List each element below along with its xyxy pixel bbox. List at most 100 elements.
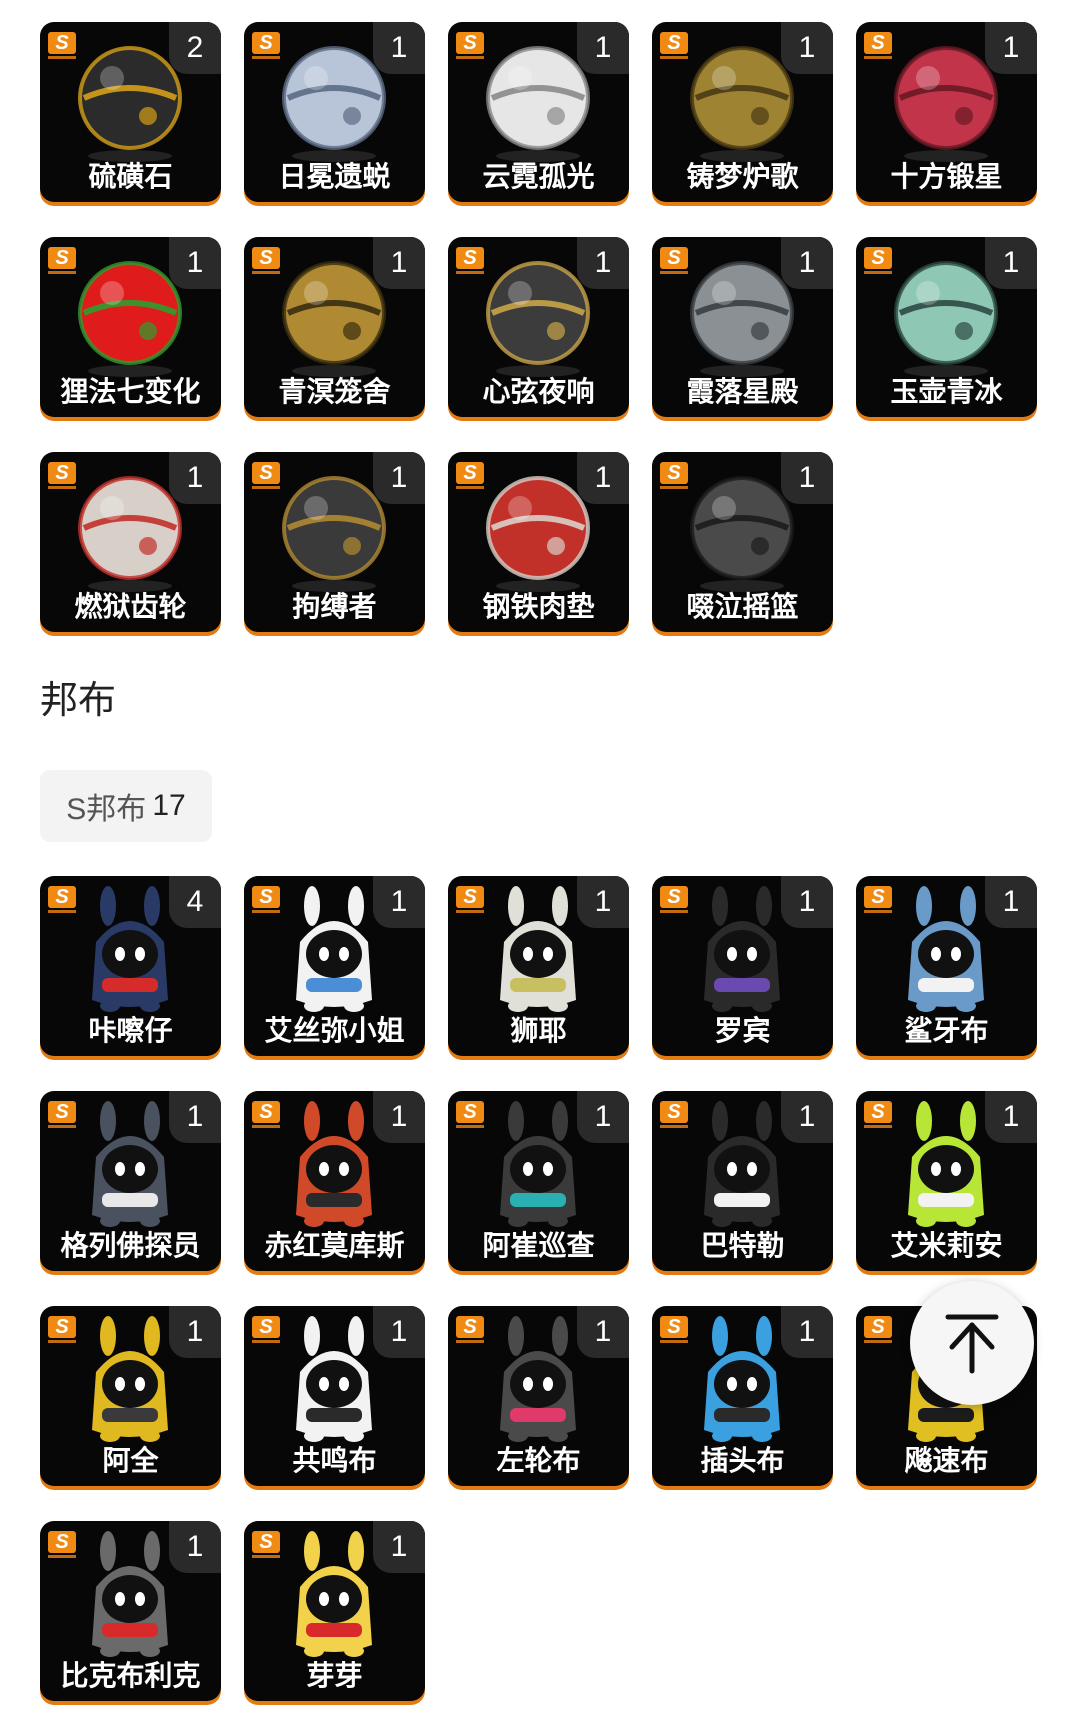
bangboo-card[interactable]: S 1 罗宾 xyxy=(652,876,833,1056)
s-rank-badge-icon: S xyxy=(660,247,694,275)
s-rank-badge-icon: S xyxy=(252,1101,286,1129)
drive-disc-card[interactable]: S 1 十方锻星 xyxy=(856,22,1037,202)
s-rank-badge-icon: S xyxy=(456,886,490,914)
bangboo-card[interactable]: S 1 赤红莫库斯 xyxy=(244,1091,425,1271)
s-rank-letter: S xyxy=(48,1101,76,1123)
item-name: 青溟笼舍 xyxy=(278,376,391,407)
item-name: 格列佛探员 xyxy=(60,1230,201,1261)
owned-count: 1 xyxy=(577,1306,629,1358)
s-rank-letter: S xyxy=(48,1316,76,1338)
rank-underline xyxy=(252,1555,280,1558)
s-rank-letter: S xyxy=(252,886,280,908)
bangboo-card[interactable]: S 4 咔嚓仔 xyxy=(40,876,221,1056)
item-name: 狮耶 xyxy=(510,1015,567,1046)
item-name: 比克布利克 xyxy=(60,1660,201,1691)
bangboo-card[interactable]: S 1 左轮布 xyxy=(448,1306,629,1486)
rank-underline xyxy=(456,271,484,274)
item-name: 巴特勒 xyxy=(700,1230,785,1261)
filter-chip-s-bangboo[interactable]: S邦布 17 xyxy=(40,770,212,842)
bangboo-card[interactable]: S 1 插头布 xyxy=(652,1306,833,1486)
s-rank-badge-icon: S xyxy=(252,462,286,490)
bangboo-card[interactable]: S 1 鲨牙布 xyxy=(856,876,1037,1056)
rank-underline xyxy=(252,271,280,274)
owned-count: 1 xyxy=(577,452,629,504)
bangboo-card[interactable]: S 1 共鸣布 xyxy=(244,1306,425,1486)
s-rank-badge-icon: S xyxy=(252,886,286,914)
bangboo-card[interactable]: S 1 阿崔巡查 xyxy=(448,1091,629,1271)
drive-disc-card[interactable]: S 2 硫磺石 xyxy=(40,22,221,202)
bangboo-card[interactable]: S 1 格列佛探员 xyxy=(40,1091,221,1271)
s-rank-badge-icon: S xyxy=(864,886,898,914)
s-rank-letter: S xyxy=(252,1101,280,1123)
rank-underline xyxy=(48,910,76,913)
drive-disc-card[interactable]: S 1 啜泣摇篮 xyxy=(652,452,833,632)
item-name: 艾米莉安 xyxy=(890,1230,1003,1261)
s-rank-letter: S xyxy=(48,32,76,54)
s-rank-badge-icon: S xyxy=(252,1531,286,1559)
item-name: 十方锻星 xyxy=(890,161,1003,192)
item-name: 左轮布 xyxy=(496,1445,581,1476)
item-name: 云霓孤光 xyxy=(482,161,595,192)
item-name: 玉壶青冰 xyxy=(890,376,1003,407)
bangboo-card[interactable]: S 1 巴特勒 xyxy=(652,1091,833,1271)
item-name: 鲨牙布 xyxy=(904,1015,989,1046)
s-rank-letter: S xyxy=(456,886,484,908)
drive-disc-card[interactable]: S 1 霞落星殿 xyxy=(652,237,833,417)
bangboo-card[interactable]: S 1 芽芽 xyxy=(244,1521,425,1701)
item-name: 阿全 xyxy=(102,1445,159,1476)
drive-disc-card[interactable]: S 1 云霓孤光 xyxy=(448,22,629,202)
rank-underline xyxy=(456,1340,484,1343)
rank-underline xyxy=(252,1125,280,1128)
bangboo-grid: S 4 咔嚓仔 S 1 艾丝弥小姐 S 1 狮耶 S 1 罗宾 S 1 鲨牙布 … xyxy=(40,876,1037,1701)
drive-disc-card[interactable]: S 1 玉壶青冰 xyxy=(856,237,1037,417)
s-rank-badge-icon: S xyxy=(252,1316,286,1344)
drive-disc-card[interactable]: S 1 日冕遗蜕 xyxy=(244,22,425,202)
rank-underline xyxy=(48,1340,76,1343)
owned-count: 1 xyxy=(781,237,833,289)
rank-underline xyxy=(864,1125,892,1128)
rank-underline xyxy=(660,56,688,59)
owned-count: 1 xyxy=(577,22,629,74)
bangboo-card[interactable]: S 1 艾丝弥小姐 xyxy=(244,876,425,1056)
owned-count: 1 xyxy=(373,876,425,928)
s-rank-letter: S xyxy=(660,1316,688,1338)
owned-count: 1 xyxy=(985,1091,1037,1143)
s-rank-badge-icon: S xyxy=(252,247,286,275)
scroll-to-top-button[interactable] xyxy=(910,1281,1034,1405)
owned-count: 1 xyxy=(373,1521,425,1573)
s-rank-letter: S xyxy=(48,462,76,484)
rank-underline xyxy=(48,1555,76,1558)
s-rank-badge-icon: S xyxy=(864,1101,898,1129)
arrow-up-to-top-icon xyxy=(945,1314,999,1374)
rank-underline xyxy=(660,271,688,274)
owned-count: 1 xyxy=(373,452,425,504)
drive-disc-grid: S 2 硫磺石 S 1 日冕遗蜕 S 1 云霓孤光 S 1 铸梦炉歌 S 1 十… xyxy=(40,22,1037,632)
drive-disc-card[interactable]: S 1 心弦夜响 xyxy=(448,237,629,417)
owned-count: 1 xyxy=(169,452,221,504)
owned-count: 1 xyxy=(781,876,833,928)
item-name: 飚速布 xyxy=(904,1445,989,1476)
drive-disc-card[interactable]: S 1 青溟笼舍 xyxy=(244,237,425,417)
drive-disc-card[interactable]: S 1 狸法七变化 xyxy=(40,237,221,417)
bangboo-card[interactable]: S 1 阿全 xyxy=(40,1306,221,1486)
bangboo-card[interactable]: S 1 狮耶 xyxy=(448,876,629,1056)
s-rank-letter: S xyxy=(864,1316,892,1338)
s-rank-letter: S xyxy=(456,1316,484,1338)
owned-count: 1 xyxy=(169,1306,221,1358)
item-name: 插头布 xyxy=(700,1445,785,1476)
drive-disc-card[interactable]: S 1 铸梦炉歌 xyxy=(652,22,833,202)
item-name: 艾丝弥小姐 xyxy=(264,1015,405,1046)
item-name: 霞落星殿 xyxy=(686,376,799,407)
drive-disc-card[interactable]: S 1 拘缚者 xyxy=(244,452,425,632)
owned-count: 1 xyxy=(373,1091,425,1143)
s-rank-letter: S xyxy=(456,247,484,269)
s-rank-badge-icon: S xyxy=(456,32,490,60)
owned-count: 1 xyxy=(781,1306,833,1358)
s-rank-letter: S xyxy=(456,32,484,54)
bangboo-card[interactable]: S 1 比克布利克 xyxy=(40,1521,221,1701)
drive-disc-card[interactable]: S 1 钢铁肉垫 xyxy=(448,452,629,632)
drive-disc-card[interactable]: S 1 燃狱齿轮 xyxy=(40,452,221,632)
bangboo-card[interactable]: S 1 艾米莉安 xyxy=(856,1091,1037,1271)
s-rank-badge-icon: S xyxy=(48,886,82,914)
item-name: 罗宾 xyxy=(714,1015,771,1046)
